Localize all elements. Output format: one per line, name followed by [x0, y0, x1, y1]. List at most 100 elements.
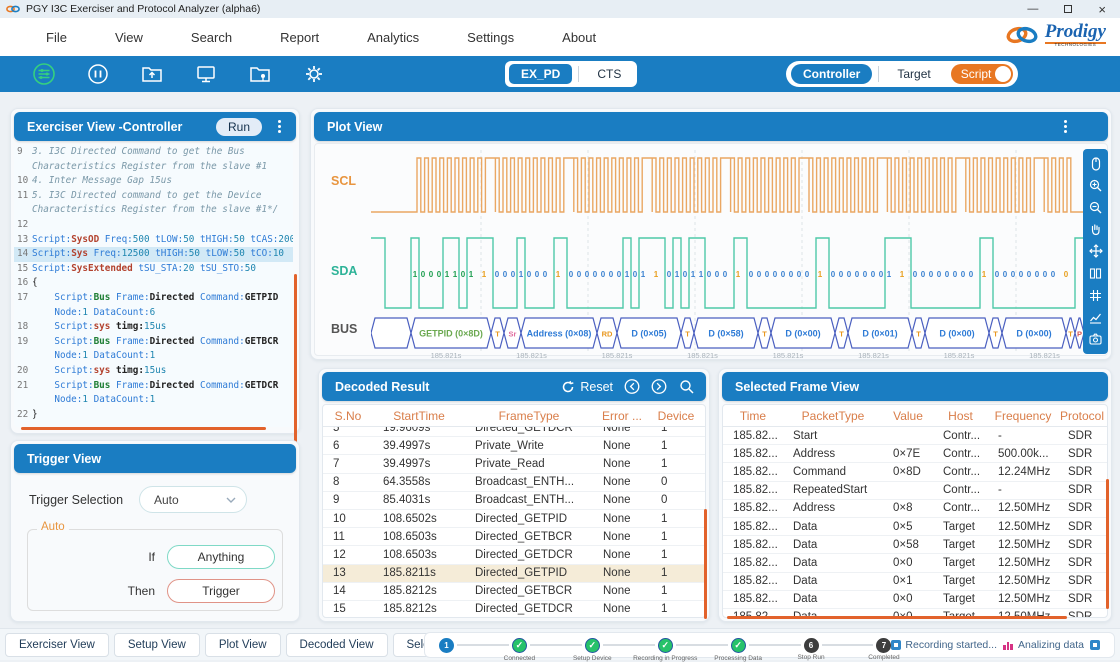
mode-ex-pd-button[interactable]: EX_PD: [509, 64, 572, 84]
column-header[interactable]: Frequency: [988, 409, 1058, 423]
code-line[interactable]: 21 Script:Bus Frame:Directed Command:GET…: [14, 379, 293, 394]
minimize-button[interactable]: —: [1027, 4, 1038, 15]
editor-vscrollbar[interactable]: [294, 274, 297, 454]
mode-cts-button[interactable]: CTS: [585, 64, 633, 84]
code-line[interactable]: Node:1 DataCount:1: [14, 349, 293, 364]
table-row[interactable]: 864.3558sBroadcast_ENTH...None0: [323, 474, 705, 492]
code-line[interactable]: Characteristics Register from the slave …: [14, 203, 293, 218]
table-row[interactable]: 185.82...Command0×8DContr...12.24MHzSDR: [723, 463, 1107, 481]
next-frame-icon[interactable]: [651, 379, 667, 395]
table-row[interactable]: 185.82...RepeatedStartContr...-SDR: [723, 482, 1107, 500]
table-row[interactable]: 185.82...Data0×58Target12.50MHzSDR: [723, 536, 1107, 554]
tab-plot-view[interactable]: Plot View: [205, 633, 281, 657]
menu-item-report[interactable]: Report: [256, 30, 343, 45]
column-header[interactable]: Device: [651, 409, 701, 423]
plot-menu-icon[interactable]: [1056, 120, 1074, 133]
role-target-button[interactable]: Target: [885, 64, 942, 84]
split-view-icon[interactable]: [1088, 265, 1104, 281]
column-header[interactable]: StartTime: [373, 409, 465, 423]
code-line[interactable]: 13Script:SysOD Freq:500 tLOW:50 tHIGH:50…: [14, 233, 293, 248]
code-line[interactable]: 12: [14, 218, 293, 233]
table-row[interactable]: 985.4031sBroadcast_ENTH...None0: [323, 492, 705, 510]
table-row[interactable]: 12108.6503sDirected_GETDCRNone1: [323, 546, 705, 564]
code-line[interactable]: 17 Script:Bus Frame:Directed Command:GET…: [14, 291, 293, 306]
code-line[interactable]: Node:1 DataCount:6: [14, 306, 293, 321]
menu-item-analytics[interactable]: Analytics: [343, 30, 443, 45]
exerciser-menu-icon[interactable]: [270, 120, 288, 133]
tab-decoded-view[interactable]: Decoded View: [286, 633, 388, 657]
move-icon[interactable]: [1088, 243, 1104, 259]
column-header[interactable]: PacketType: [783, 409, 883, 423]
if-condition-button[interactable]: Anything: [167, 545, 275, 569]
menu-item-view[interactable]: View: [91, 30, 167, 45]
table-row[interactable]: 185.82...Data0×5Target12.50MHzSDR: [723, 518, 1107, 536]
prev-frame-icon[interactable]: [624, 379, 640, 395]
grid-icon[interactable]: [1088, 287, 1104, 303]
code-line[interactable]: 22}: [14, 408, 293, 423]
code-line[interactable]: Node:1 DataCount:1: [14, 393, 293, 408]
table-row[interactable]: 519.9609sDirected_GETDCRNone1: [323, 427, 705, 437]
column-header[interactable]: Value: [883, 409, 933, 423]
table-row[interactable]: 739.4997sPrivate_ReadNone1: [323, 455, 705, 473]
menu-item-settings[interactable]: Settings: [443, 30, 538, 45]
code-line[interactable]: Characteristics Register from the slave …: [14, 160, 293, 175]
selected-hscrollbar[interactable]: [727, 616, 1067, 619]
pause-icon[interactable]: [86, 62, 110, 86]
tab-exerciser-view[interactable]: Exerciser View: [5, 633, 109, 657]
exerciser-sliders-icon[interactable]: [32, 62, 56, 86]
code-editor[interactable]: 93. I3C Directed Command to get the BusC…: [14, 145, 293, 427]
display-icon[interactable]: [194, 62, 218, 86]
column-header[interactable]: Time: [723, 409, 783, 423]
close-button[interactable]: ×: [1098, 4, 1106, 15]
pan-hand-icon[interactable]: [1088, 222, 1104, 238]
table-row[interactable]: 185.82...Address0×7EContr...500.00k...SD…: [723, 445, 1107, 463]
column-header[interactable]: FrameType: [465, 409, 593, 423]
selected-vscrollbar[interactable]: [1106, 479, 1109, 609]
table-row[interactable]: 639.4997sPrivate_WriteNone1: [323, 437, 705, 455]
zoom-out-icon[interactable]: [1088, 200, 1104, 216]
table-row[interactable]: 185.82...Data0×0Target12.50MHzSDR: [723, 554, 1107, 572]
table-row[interactable]: 13185.8211sDirected_GETPIDNone1: [323, 565, 705, 583]
decoded-vscrollbar[interactable]: [704, 509, 707, 619]
menu-item-file[interactable]: File: [22, 30, 91, 45]
menu-item-about[interactable]: About: [538, 30, 620, 45]
then-action-button[interactable]: Trigger: [167, 579, 275, 603]
search-icon[interactable]: [678, 379, 694, 395]
camera-icon[interactable]: [1088, 331, 1104, 347]
role-controller-button[interactable]: Controller: [791, 64, 872, 84]
code-line[interactable]: 14Script:Sys Freq:12500 tHIGH:50 tLOW:50…: [14, 247, 293, 262]
table-row[interactable]: 185.82...Data0×0Target12.50MHzSDR: [723, 591, 1107, 609]
table-row[interactable]: 14185.8212sDirected_GETBCRNone1: [323, 583, 705, 601]
reset-button[interactable]: Reset: [561, 380, 613, 394]
editor-hscrollbar[interactable]: [21, 427, 266, 430]
code-line[interactable]: 20 Script:sys timg:15us: [14, 364, 293, 379]
maximize-button[interactable]: [1064, 5, 1072, 13]
column-header[interactable]: Error ...: [593, 409, 651, 423]
code-line[interactable]: 16{: [14, 276, 293, 291]
column-header[interactable]: Protocol: [1058, 409, 1106, 423]
zoom-in-icon[interactable]: [1088, 178, 1104, 194]
cursor-mouse-icon[interactable]: [1088, 156, 1104, 172]
gear-icon[interactable]: [302, 62, 326, 86]
code-line[interactable]: 115. I3C Directed command to get the Dev…: [14, 189, 293, 204]
table-row[interactable]: 185.82...StartContr...-SDR: [723, 427, 1107, 445]
code-line[interactable]: 93. I3C Directed Command to get the Bus: [14, 145, 293, 160]
table-row[interactable]: 185.82...Data0×1Target12.50MHzSDR: [723, 573, 1107, 591]
code-line[interactable]: 19 Script:Bus Frame:Directed Command:GET…: [14, 335, 293, 350]
run-button[interactable]: Run: [216, 118, 262, 136]
folder-upload-icon[interactable]: [140, 62, 164, 86]
folder-pin-icon[interactable]: [248, 62, 272, 86]
code-line[interactable]: 18 Script:sys timg:15us: [14, 320, 293, 335]
table-row[interactable]: 15185.8212sDirected_GETDCRNone1: [323, 601, 705, 617]
chart-icon[interactable]: [1088, 309, 1104, 325]
code-line[interactable]: 104. Inter Message Gap 15us: [14, 174, 293, 189]
plot-canvas[interactable]: SCL SDA BUS 1000110110001000100000001011…: [314, 143, 1108, 356]
menu-item-search[interactable]: Search: [167, 30, 256, 45]
table-row[interactable]: 10108.6502sDirected_GETPIDNone1: [323, 510, 705, 528]
trigger-selection-dropdown[interactable]: Auto: [139, 486, 247, 513]
script-toggle[interactable]: Script: [951, 64, 1014, 84]
table-row[interactable]: 185.82...Address0×8Contr...12.50MHzSDR: [723, 500, 1107, 518]
tab-setup-view[interactable]: Setup View: [114, 633, 200, 657]
table-row[interactable]: 11108.6503sDirected_GETBCRNone1: [323, 528, 705, 546]
column-header[interactable]: Host: [933, 409, 988, 423]
